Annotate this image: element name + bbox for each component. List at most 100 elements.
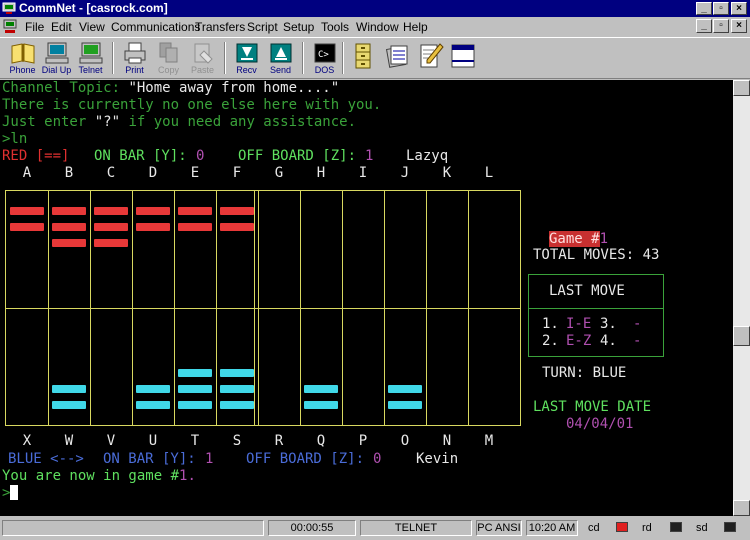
last-move-date-label: LAST MOVE DATE xyxy=(533,399,652,415)
blue-onbar-value: 1 xyxy=(205,451,214,467)
menu-communications[interactable]: Communications xyxy=(111,20,200,34)
red-piece xyxy=(10,223,44,231)
top-column-label: F xyxy=(232,165,242,181)
bottom-column-label: N xyxy=(442,433,452,449)
charset-indicator: PC ANSI xyxy=(476,520,522,536)
child-close-button[interactable]: × xyxy=(731,19,747,33)
blue-piece xyxy=(178,385,212,393)
document-menu-icon[interactable] xyxy=(3,19,17,34)
blue-piece xyxy=(304,385,338,393)
menu-help[interactable]: Help xyxy=(403,20,428,34)
scroll-thumb[interactable] xyxy=(733,326,750,346)
menu-tools[interactable]: Tools xyxy=(321,20,349,34)
editor-icon xyxy=(420,43,444,68)
red-piece xyxy=(52,207,86,215)
dos-button[interactable]: C> DOS xyxy=(308,41,341,77)
bottom-column-label: P xyxy=(358,433,368,449)
menu-script[interactable]: Script xyxy=(247,20,278,34)
child-minimize-button[interactable]: _ xyxy=(696,19,712,33)
notes-button[interactable] xyxy=(380,41,413,77)
copy-button-label: Copy xyxy=(157,65,179,75)
total-moves-label: TOTAL MOVES: xyxy=(533,247,635,263)
bottom-column-label: V xyxy=(106,433,116,449)
top-column-label: E xyxy=(190,165,200,181)
blue-player-label: BLUE <--> xyxy=(8,451,84,467)
help-hint-a: Just enter xyxy=(2,114,95,130)
top-column-label: J xyxy=(400,165,410,181)
game-joined-line: You are now in game #1. xyxy=(2,468,196,485)
commnet-app-icon[interactable] xyxy=(2,1,16,15)
rd-label: rd xyxy=(642,522,652,534)
move-3-value: - xyxy=(633,316,642,332)
game-number-label: Game # xyxy=(549,231,600,247)
send-button[interactable]: Send xyxy=(264,41,297,77)
print-button-label: Print xyxy=(125,65,144,75)
copy-button[interactable]: Copy xyxy=(152,41,185,77)
blue-piece xyxy=(220,401,254,409)
red-piece xyxy=(220,223,254,231)
svg-text:C>: C> xyxy=(318,50,329,60)
menu-transfers[interactable]: Transfers xyxy=(195,20,245,34)
total-moves: TOTAL MOVES: 43 xyxy=(533,247,659,264)
blue-piece xyxy=(304,401,338,409)
dialup-button[interactable]: Dial Up xyxy=(40,41,73,77)
board-midline xyxy=(6,308,520,309)
red-piece xyxy=(220,207,254,215)
turn-indicator: TURN: BLUE xyxy=(542,365,626,382)
red-piece xyxy=(136,223,170,231)
vertical-scrollbar[interactable] xyxy=(733,80,750,516)
dialup-computer-icon xyxy=(45,42,68,64)
top-column-label: A xyxy=(22,165,32,181)
phone-button[interactable]: Phone xyxy=(6,41,39,77)
maximize-button[interactable]: ▫ xyxy=(713,2,729,15)
telnet-button[interactable]: Telnet xyxy=(74,41,107,77)
red-piece xyxy=(178,223,212,231)
channel-topic-line: Channel Topic: "Home away from home...." xyxy=(2,80,339,97)
blue-player-name: Kevin xyxy=(416,451,459,467)
blue-piece xyxy=(136,401,170,409)
menu-file[interactable]: File xyxy=(25,20,44,34)
move-4-value: - xyxy=(633,333,642,349)
move-1-number: 1. xyxy=(542,316,559,332)
bottom-column-label: U xyxy=(148,433,158,449)
status-message-line: There is currently no one else here with… xyxy=(2,97,382,113)
blue-offboard-label: OFF BOARD [Z]: xyxy=(246,451,365,467)
total-moves-value: 43 xyxy=(642,247,660,263)
window-button[interactable] xyxy=(446,41,479,77)
red-piece xyxy=(94,239,128,247)
copy-icon xyxy=(159,42,177,63)
receive-button[interactable]: Recv xyxy=(230,41,263,77)
red-piece xyxy=(94,207,128,215)
printer-icon xyxy=(124,42,145,64)
scroll-up-button[interactable] xyxy=(733,80,750,96)
help-hint-c: if you need any assistance. xyxy=(120,114,357,130)
receive-icon xyxy=(236,43,257,63)
move-2-number: 2. xyxy=(542,333,559,349)
file-cabinet-button[interactable] xyxy=(346,41,379,77)
toolbar-separator xyxy=(112,42,114,74)
scroll-down-button[interactable] xyxy=(733,500,750,516)
minimize-button[interactable]: _ xyxy=(696,2,712,15)
top-column-label: G xyxy=(274,165,284,181)
command-echo-line: >ln xyxy=(2,131,28,147)
terminal-screen[interactable]: Channel Topic: "Home away from home...."… xyxy=(0,80,733,516)
paste-button[interactable]: Paste xyxy=(186,41,219,77)
send-button-label: Send xyxy=(269,65,292,75)
top-column-label: D xyxy=(148,165,158,181)
print-button[interactable]: Print xyxy=(118,41,151,77)
top-column-label: I xyxy=(358,165,368,181)
menu-view[interactable]: View xyxy=(79,20,105,34)
menu-setup[interactable]: Setup xyxy=(283,20,314,34)
child-restore-button[interactable]: ▫ xyxy=(713,19,729,33)
top-column-label: K xyxy=(442,165,452,181)
close-button[interactable]: × xyxy=(731,2,747,15)
menu-edit[interactable]: Edit xyxy=(51,20,72,34)
last-move-title: LAST MOVE xyxy=(549,283,625,299)
help-hint-line: Just enter "?" if you need any assistanc… xyxy=(2,114,356,131)
red-piece xyxy=(136,207,170,215)
blue-piece xyxy=(178,369,212,377)
menu-window[interactable]: Window xyxy=(356,20,399,34)
editor-button[interactable] xyxy=(414,41,447,77)
file-cabinet-icon xyxy=(355,43,370,69)
input-prompt[interactable]: > xyxy=(2,485,19,502)
